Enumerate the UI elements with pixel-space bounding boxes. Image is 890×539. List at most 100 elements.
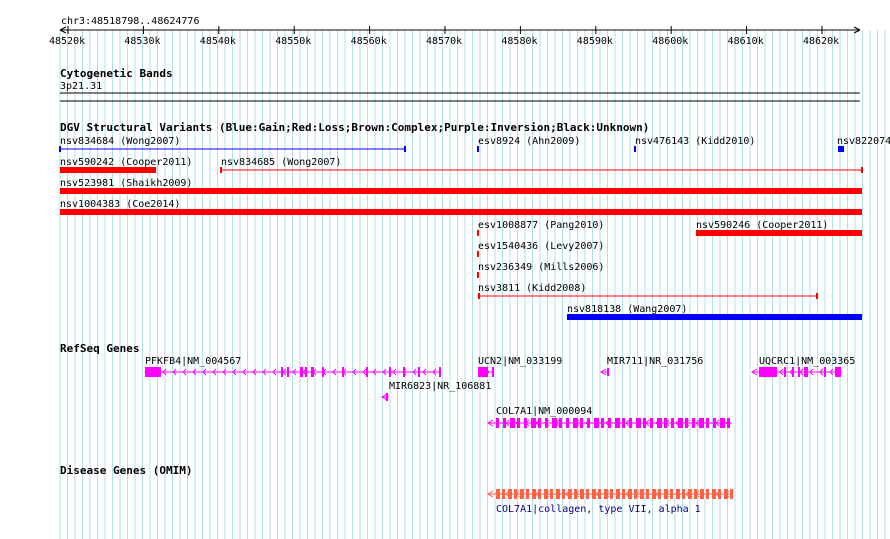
pfkfb4-exon [439,367,441,377]
dgv-feature-label[interactable]: nsv476143 (Kidd2010) [635,136,755,147]
gene-label-ucn2[interactable]: UCN2|NM_033199 [478,356,562,367]
omim-col7a1-exon [706,489,709,499]
col7a1-exon [720,418,725,428]
pfkfb4-exon [418,367,420,377]
col7a1-exon [615,418,620,428]
omim-col7a1-exon [664,489,668,499]
col7a1-exon [538,418,541,428]
ruler-tick-label: 48560k [350,36,387,47]
omim-col7a1-exon [562,489,565,499]
col7a1-exon [643,418,646,428]
col7a1-exon [580,418,583,428]
uqcrc1-exon [798,367,800,377]
omim-col7a1-exon [496,489,500,499]
col7a1-exon [552,418,557,428]
uqcrc1-exon [784,367,786,377]
omim-col7a1-exon [532,489,536,499]
omim-col7a1-exon [610,489,613,499]
col7a1-exon [727,418,730,428]
col7a1-exon [496,418,499,428]
ruler-tick-label: 48530k [124,36,161,47]
omim-col7a1-exon [628,489,632,499]
omim-col7a1-exon [682,489,685,499]
omim-col7a1-exon [688,489,692,499]
col7a1-exon [503,418,506,428]
gene-label-pfkfb4[interactable]: PFKFB4|NM_004567 [145,356,241,367]
uqcrc1-exon [835,367,841,377]
ruler-tick-label: 48610k [727,36,764,47]
omim-col7a1-exon [520,489,524,499]
col7a1-exon [657,418,662,428]
dgv-feature-label[interactable]: nsv834684 (Wong2007) [60,136,180,147]
col7a1-exon [713,418,716,428]
col7a1-exon [517,418,520,428]
col7a1-exon [531,418,536,428]
pfkfb4-exon [342,367,344,377]
mir711-exon [607,368,609,376]
dgv-feature-label[interactable]: esv1008877 (Pang2010) [478,220,604,231]
col7a1-exon [559,418,562,428]
gene-label-mir6823[interactable]: MIR6823|NR_106881 [389,381,491,392]
dgv-feature-label[interactable]: nsv834685 (Wong2007) [221,157,341,168]
omim-col7a1-exon [670,489,673,499]
dgv-track-title[interactable]: DGV Structural Variants (Blue:Gain;Red:L… [60,122,649,134]
ucn2-exon [492,367,494,377]
col7a1-exon [650,418,653,428]
track-canvas [59,26,886,539]
ruler-tick-label: 48540k [199,36,236,47]
dgv-feature-label[interactable]: nsv590242 (Cooper2011) [60,157,192,168]
omim-col7a1-exon [634,489,637,499]
col7a1-exon [671,418,674,428]
ruler-tick-label: 48600k [652,36,689,47]
omim-col7a1-exon [580,489,584,499]
col7a1-exon [510,418,515,428]
dgv-feature-label[interactable]: esv8924 (Ahn2009) [478,136,580,147]
omim-col7a1-exon [568,489,572,499]
omim-col7a1-exon [652,489,656,499]
dgv-feature-label[interactable]: nsv1004383 (Coe2014) [60,199,180,210]
dgv-feature-label[interactable]: nsv590246 (Cooper2011) [696,220,828,231]
pfkfb4-exon [145,367,161,377]
cytoband-track-title[interactable]: Cytogenetic Bands [60,68,173,80]
omim-col7a1-exon [718,489,721,499]
omim-col7a1-exon [616,489,620,499]
omim-track-title[interactable]: Disease Genes (OMIM) [60,465,192,477]
dgv-feature-label[interactable]: nsv236349 (Mills2006) [478,262,604,273]
omim-col7a1-exon [574,489,577,499]
omim-col7a1-exon [592,489,596,499]
ruler-tick-label: 48590k [576,36,613,47]
omim-feature-label[interactable]: COL7A1|collagen, type VII, alpha 1 [496,504,701,515]
gene-label-col7a1[interactable]: COL7A1|NM_000094 [496,406,592,417]
col7a1-exon [678,418,683,428]
dgv-feature-label[interactable]: nsv822074 [837,136,890,147]
omim-col7a1-exon [676,489,680,499]
ruler-tick-label: 48520k [49,36,86,47]
omim-col7a1-exon [598,489,601,499]
col7a1-exon [587,418,590,428]
omim-col7a1-exon [658,489,661,499]
col7a1-exon [573,418,578,428]
refseq-track-title[interactable]: RefSeq Genes [60,343,139,355]
col7a1-exon [692,418,695,428]
omim-col7a1-exon [646,489,649,499]
col7a1-exon [622,418,625,428]
location-label: chr3:48518798..48624776 [61,16,200,27]
pfkfb4-exon [366,367,368,377]
gene-label-mir711[interactable]: MIR711|NR_031756 [607,356,703,367]
col7a1-exon [706,418,709,428]
dgv-feature-label[interactable]: nsv3811 (Kidd2008) [478,283,586,294]
omim-col7a1-exon [724,489,728,499]
omim-col7a1-exon [544,489,548,499]
dgv-feature-label[interactable]: esv1540436 (Levy2007) [478,241,604,252]
pfkfb4-exon [311,367,314,377]
col7a1-exon [685,418,688,428]
pfkfb4-exon [403,367,405,377]
ruler-tick-label: 48570k [426,36,463,47]
omim-col7a1-exon [514,489,517,499]
dgv-feature-label[interactable]: nsv818138 (Wang2007) [567,304,687,315]
dgv-feature-label[interactable]: nsv523981 (Shaikh2009) [60,178,192,189]
gene-label-uqcrc1[interactable]: UQCRC1|NM_003365 [759,356,855,367]
col7a1-exon [636,418,641,428]
ruler-tick-label: 48620k [803,36,840,47]
omim-col7a1-exon [508,489,512,499]
